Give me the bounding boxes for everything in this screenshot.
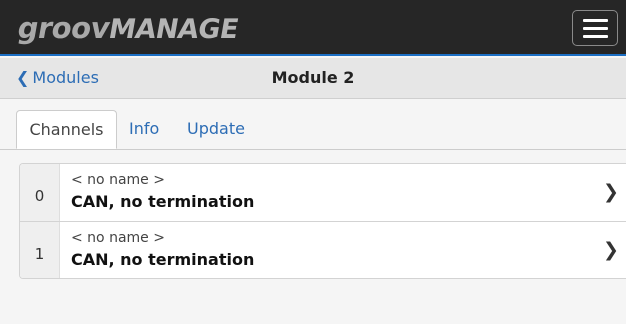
tab-info[interactable]: Info: [129, 110, 159, 149]
groov-manage-logo: groov MANAGE: [15, 11, 241, 45]
tab-update[interactable]: Update: [187, 110, 245, 149]
channel-type: CAN, no termination: [71, 250, 255, 269]
channel-name: < no name >: [71, 172, 165, 188]
channel-row[interactable]: 0 < no name > CAN, no termination ❯: [20, 164, 626, 221]
hamburger-menu-button[interactable]: [572, 10, 618, 46]
channel-row[interactable]: 1 < no name > CAN, no termination ❯: [20, 222, 626, 278]
channel-number: 0: [20, 164, 60, 221]
hamburger-menu-icon-bar: [582, 34, 608, 38]
channel-name: < no name >: [71, 230, 165, 246]
top-header: groov MANAGE: [0, 0, 626, 56]
sub-header: ❮ Modules Module 2: [0, 58, 626, 99]
hamburger-menu-icon-bar: [582, 18, 608, 22]
tab-bar-border: [0, 149, 626, 150]
chevron-right-icon: ❯: [603, 239, 619, 261]
tab-channels[interactable]: Channels: [16, 110, 117, 149]
logo-text-manage: MANAGE: [106, 14, 241, 45]
page-title: Module 2: [271, 68, 355, 87]
chevron-right-icon: ❯: [603, 181, 619, 203]
hamburger-menu-icon-bar: [582, 26, 608, 30]
logo-text-groov: groov: [15, 11, 113, 45]
channel-list: 0 < no name > CAN, no termination ❯ 1 < …: [19, 163, 626, 279]
app-window: groov MANAGE ❮ Modules Module 2 Channels …: [0, 0, 626, 324]
tab-bar: Channels Info Update: [0, 99, 626, 150]
channel-number: 1: [20, 222, 60, 278]
channel-type: CAN, no termination: [71, 192, 255, 211]
